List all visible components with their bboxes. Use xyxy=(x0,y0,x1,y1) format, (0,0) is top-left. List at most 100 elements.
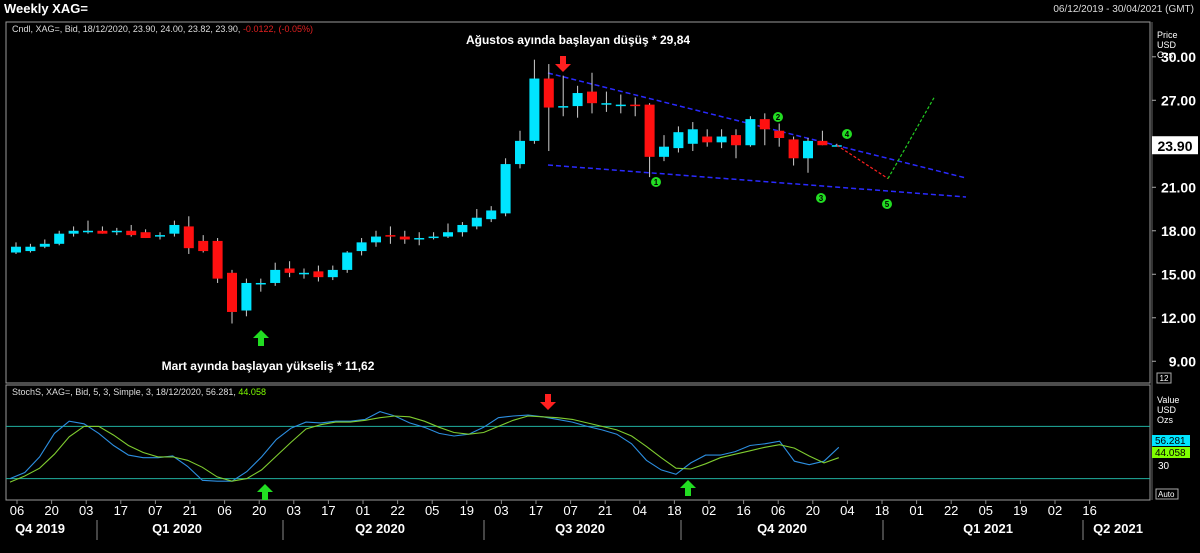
wave-label: 5 xyxy=(885,200,890,209)
lower-trendline xyxy=(547,164,967,198)
candle-body-up xyxy=(155,235,165,237)
candle-body-up xyxy=(529,78,540,141)
candle-body-up xyxy=(169,224,180,234)
candle-body-down xyxy=(702,136,713,143)
stoch-tick-label: 30 xyxy=(1158,461,1170,472)
x-tick-label: 22 xyxy=(944,503,958,518)
quarter-label: Q1 2021 xyxy=(963,521,1013,536)
x-tick-label: 20 xyxy=(252,503,266,518)
price-panel-frame xyxy=(5,21,1151,384)
candle-body-up xyxy=(299,272,309,275)
candle-body-up xyxy=(515,140,525,165)
x-tick-label: 04 xyxy=(633,503,647,518)
candle-body-up xyxy=(270,269,281,283)
candle-body-up xyxy=(601,103,612,105)
candle-body-down xyxy=(97,230,108,234)
x-tick-label: 02 xyxy=(702,503,716,518)
candle-body-down xyxy=(212,240,223,279)
forecast-up-line xyxy=(887,95,936,179)
candle-body-up xyxy=(11,246,21,253)
arrow-down-icon xyxy=(555,56,571,72)
price-tick-label: 15.00 xyxy=(1161,266,1196,282)
x-tick-label: 17 xyxy=(529,503,543,518)
x-tick-label: 22 xyxy=(390,503,404,518)
candle-body-up xyxy=(428,236,439,239)
x-tick-label: 06 xyxy=(10,503,24,518)
stoch-axis-title: Ozs xyxy=(1157,415,1174,425)
x-tick-label: 04 xyxy=(840,503,854,518)
candle-body-down xyxy=(385,235,396,237)
candle-body-down xyxy=(284,268,295,273)
price-tick-label: 27.00 xyxy=(1161,92,1196,108)
candle-body-up xyxy=(25,246,36,252)
candle-body-down xyxy=(399,236,410,240)
candle-body-up xyxy=(39,243,50,247)
x-tick-label: 03 xyxy=(287,503,301,518)
x-tick-label: 17 xyxy=(114,503,128,518)
candle-body-up xyxy=(371,236,381,243)
x-tick-label: 03 xyxy=(494,503,508,518)
candle-body-down xyxy=(227,272,237,312)
candle-body-up xyxy=(443,232,453,237)
stoch-k-line xyxy=(9,411,840,482)
arrow-up-icon xyxy=(257,484,273,500)
x-tick-label: 19 xyxy=(460,503,474,518)
candles xyxy=(11,59,842,324)
x-tick-label: 17 xyxy=(321,503,335,518)
candle-body-up xyxy=(327,269,338,278)
quarter-label: Q2 2020 xyxy=(355,521,405,536)
stoch-axis-title: Value xyxy=(1157,395,1179,405)
price-axis-title: USD xyxy=(1157,40,1177,50)
stoch-d-value: 44.058 xyxy=(1155,448,1186,459)
arrow-up-icon xyxy=(253,330,269,346)
price-axis-title: Ozs xyxy=(1157,50,1174,60)
x-tick-label: 20 xyxy=(44,503,58,518)
chart-canvas[interactable]: 9.0012.0015.0018.0021.0024.0027.0030.00P… xyxy=(0,0,1200,553)
candle-body-down xyxy=(774,130,785,138)
quarter-label: Q1 2020 xyxy=(152,521,202,536)
auto-scale-label: Auto xyxy=(1158,490,1175,499)
annotation-top: Ağustos ayında başlayan düşüş * 29,84 xyxy=(466,33,690,47)
x-tick-label: 16 xyxy=(1082,503,1096,518)
stoch-k-value: 56.281 xyxy=(1155,436,1186,447)
x-tick-label: 02 xyxy=(1048,503,1062,518)
quarter-label: Q2 2021 xyxy=(1093,521,1143,536)
candle-body-down xyxy=(313,271,324,278)
candle-body-up xyxy=(471,217,482,227)
price-tick-label: 18.00 xyxy=(1161,223,1196,239)
candle-body-up xyxy=(615,104,626,107)
forecast-down-line xyxy=(836,144,889,180)
candle-body-up xyxy=(111,230,122,233)
candle-body-down xyxy=(731,135,741,146)
upper-trendline xyxy=(547,72,967,179)
wave-label: 4 xyxy=(845,130,850,139)
annotation-bottom: Mart ayında başlayan yükseliş * 11,62 xyxy=(162,359,375,373)
arrow-down-icon xyxy=(540,394,556,410)
candle-body-up xyxy=(500,164,511,214)
stoch-panel-frame xyxy=(5,384,1151,501)
price-tick-label: 12.00 xyxy=(1161,310,1196,326)
x-tick-label: 01 xyxy=(356,503,370,518)
x-tick-label: 21 xyxy=(598,503,612,518)
candle-body-up xyxy=(255,282,266,285)
quarter-label: Q3 2020 xyxy=(555,521,605,536)
wave-label: 2 xyxy=(776,113,781,122)
stoch-axis-title: USD xyxy=(1157,405,1177,415)
quarter-label: Q4 2020 xyxy=(757,521,807,536)
candle-body-down xyxy=(543,78,554,108)
x-tick-label: 18 xyxy=(667,503,681,518)
candle-body-down xyxy=(140,232,151,239)
x-tick-label: 07 xyxy=(148,503,162,518)
price-axis: 9.0012.0015.0018.0021.0024.0027.0030.00P… xyxy=(1152,30,1198,384)
price-axis-title: Price xyxy=(1157,30,1178,40)
x-tick-label: 21 xyxy=(183,503,197,518)
x-axis: 06 20 03 17 07 21 06 20 03 17 01 22 05 19 03 17 07 21 04 18… xyxy=(10,500,1143,540)
x-tick-label: 05 xyxy=(425,503,439,518)
price-tick-label: 9.00 xyxy=(1169,353,1196,369)
candle-body-down xyxy=(587,91,597,104)
candle-body-down xyxy=(759,119,770,130)
candle-body-down xyxy=(198,240,209,252)
candle-body-down xyxy=(126,230,137,236)
candle-body-up xyxy=(457,224,468,233)
candle-body-up xyxy=(803,140,813,159)
